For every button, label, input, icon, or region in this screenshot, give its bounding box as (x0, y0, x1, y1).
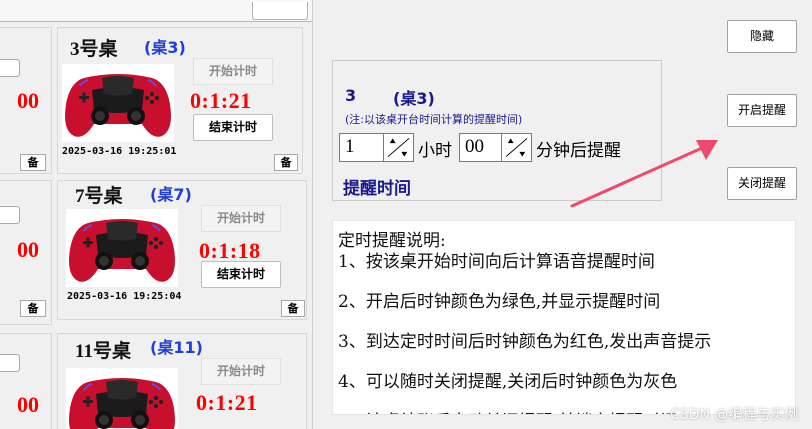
partial-start-button[interactable] (0, 354, 20, 372)
panel-top-strip (0, 0, 312, 22)
tables-panel[interactable]: 00 备 00 备 00 3号桌 (桌3) 开始计时 0:1:21 结束计时 2… (0, 0, 312, 429)
minutes-unit: 分钟后提醒 (536, 141, 621, 161)
table-code: (桌11) (150, 338, 203, 357)
table-code: (桌7) (150, 185, 192, 204)
table-name: 3号桌 (70, 39, 118, 60)
close-reminder-button[interactable]: 关闭提醒 (727, 167, 797, 200)
partial-timer: 00 (17, 392, 39, 417)
watermark: CSDN @编程与实例 (670, 407, 799, 423)
panel-top-tab[interactable] (252, 2, 308, 20)
hide-button[interactable]: 隐藏 (727, 20, 797, 53)
end-timer-button[interactable]: 结束计时 (193, 114, 273, 141)
reminder-note: (注:以该桌开台时间计算的提醒时间) (345, 113, 523, 126)
minutes-value: 00 (465, 136, 484, 157)
table-card-7: 7号桌 (桌7) 开始计时 0:1:18 结束计时 2025-03-16 19:… (57, 180, 307, 320)
elapsed-timer: 0:1:21 (196, 390, 258, 415)
reminder-description: 定时提醒说明: 1、按该桌开始时间向后计算语音提醒时间 2、开启后时钟颜色为绿色… (332, 220, 796, 415)
hours-spinner[interactable]: 1 (339, 133, 414, 162)
table-name: 11号桌 (75, 341, 131, 362)
hours-value: 1 (345, 136, 355, 157)
gamepad-image (62, 64, 174, 142)
open-reminder-button[interactable]: 开启提醒 (727, 94, 797, 127)
start-timer-button[interactable]: 开始计时 (201, 358, 281, 385)
note-button[interactable]: 备 (274, 154, 298, 171)
partial-table-card: 00 备 (0, 180, 52, 325)
partial-note-button[interactable]: 备 (20, 154, 46, 171)
table-card-11: 11号桌 (桌11) 开始计时 0:1:21 (57, 333, 307, 429)
gamepad-image (66, 368, 178, 429)
table-name: 7号桌 (75, 186, 123, 207)
selected-table-number: 3 (345, 86, 357, 105)
partial-start-button[interactable] (0, 206, 20, 224)
minutes-spinner[interactable]: 00 (459, 133, 532, 162)
partial-table-card: 00 备 (0, 27, 52, 174)
start-datetime: 2025-03-16 19:25:01 (62, 146, 177, 157)
partial-note-button[interactable]: 备 (20, 300, 46, 317)
table-code: (桌3) (144, 38, 186, 57)
elapsed-timer: 0:1:21 (190, 88, 252, 113)
partial-timer: 00 (17, 88, 39, 113)
gamepad-image (66, 209, 178, 287)
start-timer-button[interactable]: 开始计时 (193, 58, 273, 85)
partial-timer: 00 (17, 237, 39, 262)
partial-start-button[interactable] (0, 59, 20, 77)
description-line: 5、该桌结账后自动关闭提醒,并锁定提醒时间 (338, 407, 677, 414)
start-datetime: 2025-03-16 19:25:04 (67, 291, 182, 302)
start-timer-button[interactable]: 开始计时 (201, 205, 281, 232)
hours-spin-icon[interactable] (383, 134, 413, 161)
panel-divider (312, 0, 313, 429)
description-line: 4、可以随时关闭提醒,关闭后时钟颜色为灰色 (338, 372, 678, 392)
end-timer-button[interactable]: 结束计时 (201, 261, 281, 288)
reminder-time-title: 提醒时间 (343, 179, 411, 199)
description-line: 3、到达定时时间后时钟颜色为红色,发出声音提示 (338, 332, 712, 352)
selected-table-code: (桌3) (393, 89, 435, 108)
table-card-3: 3号桌 (桌3) 开始计时 0:1:21 结束计时 2025-03-16 19:… (57, 27, 303, 174)
description-line: 2、开启后时钟颜色为绿色,并显示提醒时间 (338, 292, 661, 312)
hours-unit: 小时 (418, 141, 452, 161)
partial-table-card: 00 (0, 333, 52, 429)
note-button[interactable]: 备 (281, 300, 305, 317)
description-line: 1、按该桌开始时间向后计算语音提醒时间 (338, 252, 655, 272)
reminder-settings-group: 3 (桌3) (注:以该桌开台时间计算的提醒时间) 1 小时 00 分钟后提醒 … (332, 60, 662, 201)
minutes-spin-icon[interactable] (501, 134, 531, 161)
